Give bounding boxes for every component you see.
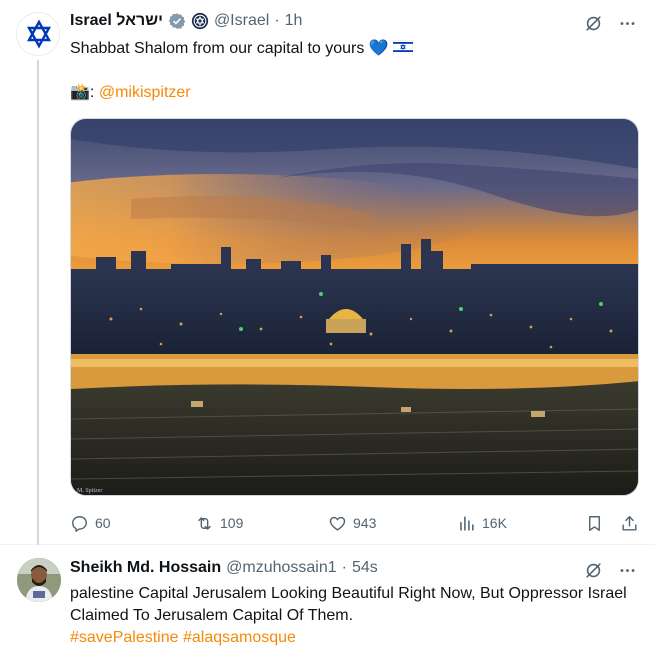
- more-options-icon[interactable]: [617, 560, 637, 580]
- star-of-david-icon: [17, 13, 59, 55]
- author-name[interactable]: Israel ישראל: [70, 12, 163, 30]
- separator-dot: ·: [341, 559, 347, 576]
- reply-count: 60: [95, 515, 111, 531]
- avatar-hossain[interactable]: [17, 558, 61, 602]
- israel-flag-icon: [392, 39, 414, 55]
- repost-count: 109: [220, 515, 244, 531]
- photo-watermark: M. Spitzer: [77, 488, 102, 494]
- share-button[interactable]: [620, 511, 639, 535]
- post-header: Israel ישראל @Israel · 1h: [70, 12, 302, 30]
- bookmark-icon: [589, 515, 600, 531]
- post-top-actions: [583, 560, 637, 580]
- post-israel[interactable]: Israel ישראל @Israel · 1h Shabbat Shalom…: [0, 0, 655, 545]
- author-name[interactable]: Sheikh Md. Hossain: [70, 559, 221, 577]
- post-header: Sheikh Md. Hossain @mzuhossain1 · 54s: [70, 559, 378, 577]
- reply-button[interactable]: 60: [70, 511, 111, 535]
- share-icon: [622, 515, 637, 531]
- post-image[interactable]: M. Spitzer: [70, 118, 639, 496]
- jerusalem-sunset-photo: M. Spitzer: [71, 119, 638, 495]
- credit-mention-link[interactable]: @mikispitzer: [99, 84, 191, 101]
- more-options-icon[interactable]: [617, 13, 637, 33]
- grok-icon[interactable]: [583, 13, 603, 33]
- views-button[interactable]: 16K: [457, 511, 507, 535]
- post-hashtags: #savePalestine #alaqsamosque: [70, 627, 640, 649]
- camera-emoji: 📸: [70, 84, 90, 101]
- thread-line: [37, 60, 39, 545]
- post-body-text: Shabbat Shalom from our capital to yours: [70, 40, 365, 57]
- separator-dot: ·: [274, 12, 280, 29]
- government-emblem-icon: [191, 12, 209, 30]
- post-text: palestine Capital Jerusalem Looking Beau…: [70, 583, 640, 627]
- avatar-israel[interactable]: [16, 12, 60, 56]
- grok-icon[interactable]: [583, 560, 603, 580]
- post-body-text: palestine Capital Jerusalem Looking Beau…: [70, 585, 627, 624]
- author-handle[interactable]: @Israel: [214, 12, 269, 30]
- post-top-actions: [583, 13, 637, 33]
- post-time[interactable]: 54s: [352, 559, 378, 577]
- post-time[interactable]: 1h: [285, 12, 303, 30]
- verified-badge-icon: [168, 13, 186, 29]
- bookmark-button[interactable]: [585, 511, 604, 535]
- user-photo: [17, 558, 61, 602]
- heart-icon: [329, 516, 346, 531]
- views-count: 16K: [482, 515, 507, 531]
- hashtag-save-palestine[interactable]: #savePalestine: [70, 629, 179, 646]
- photo-credit: 📸: @mikispitzer: [70, 82, 640, 104]
- blue-heart-emoji: 💙: [368, 40, 389, 57]
- repost-icon: [198, 516, 211, 530]
- post-reply[interactable]: Sheikh Md. Hossain @mzuhossain1 · 54s pa…: [0, 545, 655, 656]
- post-text: Shabbat Shalom from our capital to yours…: [70, 38, 640, 60]
- author-handle[interactable]: @mzuhossain1: [226, 559, 337, 577]
- analytics-icon: [460, 515, 474, 531]
- like-count: 943: [353, 515, 377, 531]
- hashtag-alaqsamosque[interactable]: #alaqsamosque: [183, 629, 296, 646]
- repost-button[interactable]: 109: [195, 511, 243, 535]
- credit-colon: :: [89, 84, 95, 101]
- like-button[interactable]: 943: [328, 511, 376, 535]
- post-action-bar: 60 109 943 16K: [70, 511, 640, 535]
- reply-icon: [72, 515, 87, 532]
